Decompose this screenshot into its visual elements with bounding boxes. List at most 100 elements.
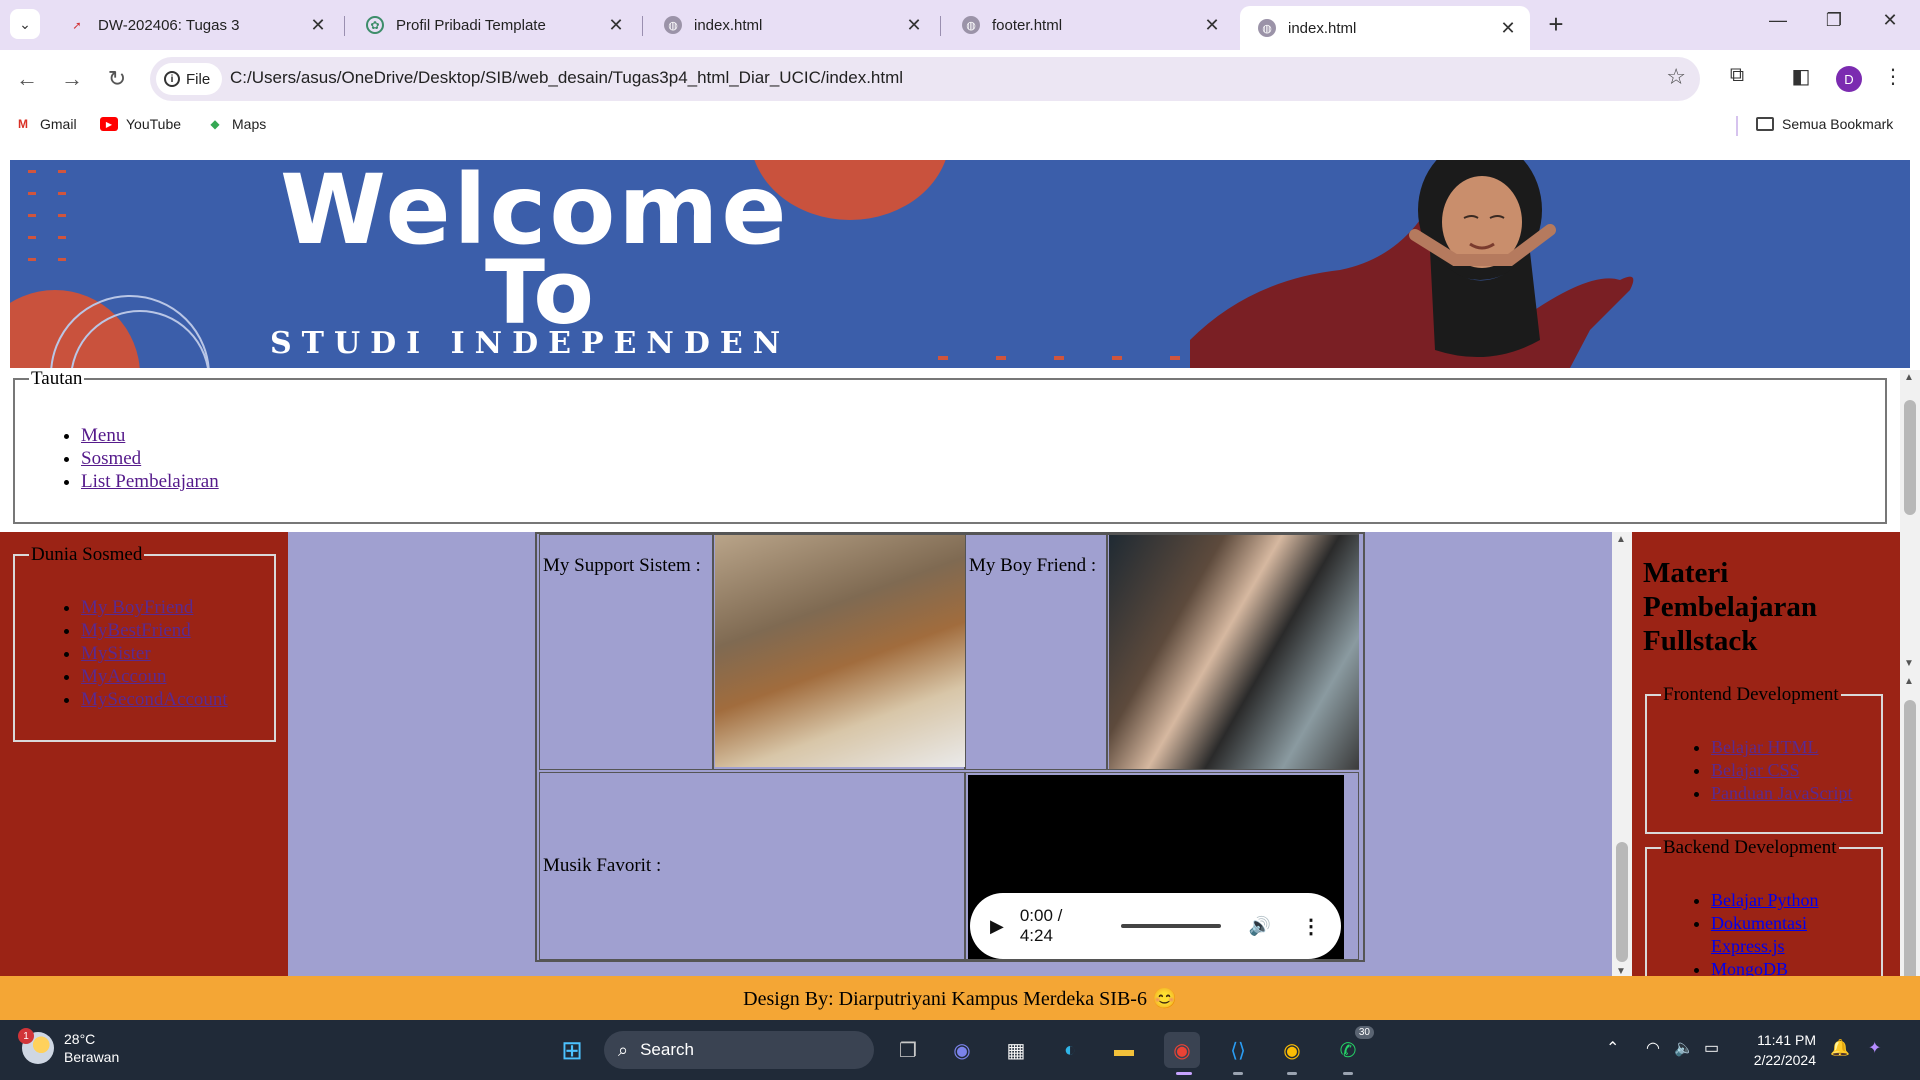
list-item: List Pembelajaran bbox=[81, 470, 219, 493]
tab-strip: ⌄ ➚ DW-202406: Tugas 3 ✕ ✿ Profil Pribad… bbox=[0, 0, 1920, 50]
windows-start-icon[interactable]: ⊞ bbox=[554, 1032, 590, 1068]
taskbar-search[interactable]: ⌕ Search bbox=[604, 1031, 874, 1069]
tab-index-1[interactable]: ◍ index.html ✕ bbox=[646, 6, 936, 44]
chevron-down-icon: ⌄ bbox=[19, 15, 31, 32]
link-sosmed[interactable]: Sosmed bbox=[81, 448, 141, 469]
close-icon[interactable]: ✕ bbox=[1498, 18, 1518, 39]
wifi-icon[interactable]: ◠ bbox=[1646, 1038, 1660, 1058]
site-info-chip[interactable]: i File bbox=[156, 63, 223, 95]
frontend-link-list: Belajar HTML Belajar CSS Panduan JavaScr… bbox=[1711, 736, 1852, 805]
weather-widget[interactable]: 1 28°C Berawan bbox=[18, 1028, 119, 1066]
chrome-profile-icon[interactable]: ◉ bbox=[1164, 1032, 1200, 1068]
menu-kebab-icon[interactable]: ⋮ bbox=[1878, 64, 1908, 89]
tab-dw-202406[interactable]: ➚ DW-202406: Tugas 3 ✕ bbox=[50, 6, 340, 44]
bookmark-star-icon[interactable]: ☆ bbox=[1666, 64, 1686, 90]
battery-icon[interactable]: ▭ bbox=[1704, 1038, 1719, 1058]
scroll-up-icon[interactable]: ▲ bbox=[1904, 676, 1914, 687]
audio-time: 0:00 / 4:24 bbox=[1019, 906, 1063, 945]
play-icon[interactable]: ▶ bbox=[990, 916, 1004, 937]
scroll-down-icon[interactable]: ▼ bbox=[1904, 658, 1914, 669]
close-icon[interactable]: ✕ bbox=[308, 15, 328, 36]
url-text[interactable]: C:/Users/asus/OneDrive/Desktop/SIB/web_d… bbox=[230, 68, 903, 88]
file-explorer-icon[interactable]: ▬ bbox=[1106, 1032, 1142, 1068]
scrollbar-thumb[interactable] bbox=[1904, 400, 1916, 515]
speaker-icon[interactable]: 🔈 bbox=[1674, 1038, 1694, 1058]
close-icon[interactable]: ✕ bbox=[1202, 15, 1222, 36]
side-panel-icon[interactable]: ◧ bbox=[1786, 64, 1816, 89]
support-photo bbox=[715, 535, 965, 767]
frame-scrollbar[interactable]: ▲ ▼ bbox=[1612, 532, 1632, 980]
list-item: Dokumentasi Express.js bbox=[1711, 912, 1871, 958]
volume-icon[interactable]: 🔊 bbox=[1249, 916, 1271, 937]
link-list-pembelajaran[interactable]: List Pembelajaran bbox=[81, 471, 219, 492]
profile-avatar[interactable]: D bbox=[1836, 66, 1862, 92]
clock-time: 11:41 PM bbox=[1757, 1032, 1816, 1048]
close-window-button[interactable]: ✕ bbox=[1870, 10, 1910, 31]
bookmark-maps[interactable]: ◆ Maps bbox=[206, 116, 266, 132]
all-bookmarks-button[interactable]: Semua Bookmark bbox=[1756, 116, 1893, 132]
bookmark-label: YouTube bbox=[126, 116, 182, 132]
tab-search-button[interactable]: ⌄ bbox=[10, 9, 40, 39]
link-belajar-css[interactable]: Belajar CSS bbox=[1711, 760, 1800, 780]
tautan-link-list: Menu Sosmed List Pembelajaran bbox=[81, 424, 219, 493]
minimize-button[interactable]: — bbox=[1758, 10, 1798, 31]
vscode-icon[interactable]: ⟨⟩ bbox=[1220, 1032, 1256, 1068]
list-item: Panduan JavaScript bbox=[1711, 782, 1852, 805]
list-item: My BoyFriend bbox=[81, 596, 228, 619]
more-options-icon[interactable]: ⋮ bbox=[1301, 914, 1321, 939]
store-icon[interactable]: ▦ bbox=[998, 1032, 1034, 1068]
list-item: Belajar CSS bbox=[1711, 759, 1852, 782]
teams-icon[interactable]: ◉ bbox=[944, 1032, 980, 1068]
close-icon[interactable]: ✕ bbox=[904, 15, 924, 36]
sosmed-panel: Dunia Sosmed My BoyFriend MyBestFriend M… bbox=[0, 532, 288, 988]
link-my-second-account[interactable]: MySecondAccount bbox=[81, 689, 228, 710]
reload-button[interactable]: ↻ bbox=[102, 64, 132, 94]
link-my-sister[interactable]: MySister bbox=[81, 643, 151, 664]
scroll-up-icon[interactable]: ▲ bbox=[1904, 372, 1914, 383]
notification-badge: 1 bbox=[18, 1028, 34, 1044]
notification-bell-icon[interactable]: 🔔 bbox=[1830, 1038, 1850, 1058]
link-my-bestfriend[interactable]: MyBestFriend bbox=[81, 620, 191, 641]
scrollbar-thumb[interactable] bbox=[1616, 842, 1628, 962]
link-dokumentasi-express[interactable]: Dokumentasi Express.js bbox=[1711, 913, 1807, 956]
tab-favicon-icon: ➚ bbox=[72, 19, 82, 32]
audio-controls: ▶ 0:00 / 4:24 🔊 ⋮ bbox=[970, 893, 1341, 959]
list-item: Sosmed bbox=[81, 447, 219, 470]
back-button[interactable]: ← bbox=[12, 64, 42, 94]
restore-button[interactable]: ❐ bbox=[1814, 10, 1854, 31]
link-belajar-python[interactable]: Belajar Python bbox=[1711, 890, 1818, 910]
copilot-icon[interactable]: ✦ bbox=[1868, 1038, 1881, 1058]
new-tab-button[interactable]: + bbox=[1541, 10, 1571, 38]
list-item: Belajar HTML bbox=[1711, 736, 1852, 759]
scroll-up-icon[interactable]: ▲ bbox=[1616, 534, 1626, 545]
list-item: Belajar Python bbox=[1711, 889, 1871, 912]
youtube-icon: ▶ bbox=[100, 117, 118, 131]
close-icon[interactable]: ✕ bbox=[606, 15, 626, 36]
address-bar[interactable]: i File C:/Users/asus/OneDrive/Desktop/SI… bbox=[150, 57, 1700, 101]
link-my-boyfriend[interactable]: My BoyFriend bbox=[81, 597, 193, 618]
tab-index-active[interactable]: ◍ index.html ✕ bbox=[1240, 6, 1530, 50]
link-belajar-html[interactable]: Belajar HTML bbox=[1711, 737, 1818, 757]
link-my-account[interactable]: MyAccoun bbox=[81, 666, 166, 687]
scrollbar-thumb[interactable] bbox=[1904, 700, 1916, 1000]
link-menu[interactable]: Menu bbox=[81, 425, 125, 446]
system-clock[interactable]: 11:41 PM 2/22/2024 bbox=[1740, 1030, 1816, 1070]
page-scrollbar[interactable]: ▲ ▼ ▲ ▼ bbox=[1900, 370, 1920, 1020]
audio-seek-slider[interactable] bbox=[1121, 924, 1221, 928]
task-view-icon[interactable]: ❐ bbox=[890, 1032, 926, 1068]
whatsapp-icon[interactable]: ✆ 30 bbox=[1330, 1026, 1374, 1068]
show-hidden-icons[interactable]: ⌃ bbox=[1606, 1038, 1619, 1058]
link-panduan-javascript[interactable]: Panduan JavaScript bbox=[1711, 783, 1852, 803]
bookmark-youtube[interactable]: ▶ YouTube bbox=[100, 116, 181, 132]
chrome-icon[interactable]: ◉ bbox=[1274, 1032, 1310, 1068]
backend-fieldset: Backend Development Belajar Python Dokum… bbox=[1645, 837, 1883, 988]
extensions-icon[interactable]: ⧉ bbox=[1722, 64, 1752, 87]
tab-footer[interactable]: ◍ footer.html ✕ bbox=[944, 6, 1234, 44]
tab-profil-pribadi[interactable]: ✿ Profil Pribadi Template ✕ bbox=[348, 6, 638, 44]
forward-button[interactable]: → bbox=[57, 64, 87, 94]
bookmark-gmail[interactable]: M Gmail bbox=[14, 116, 77, 132]
search-icon: ⌕ bbox=[618, 1039, 629, 1060]
audio-player[interactable]: ▶ 0:00 / 4:24 🔊 ⋮ bbox=[968, 775, 1344, 959]
edge-icon[interactable]: ◐ bbox=[1052, 1032, 1088, 1068]
banner-to-text: To bbox=[485, 241, 594, 344]
